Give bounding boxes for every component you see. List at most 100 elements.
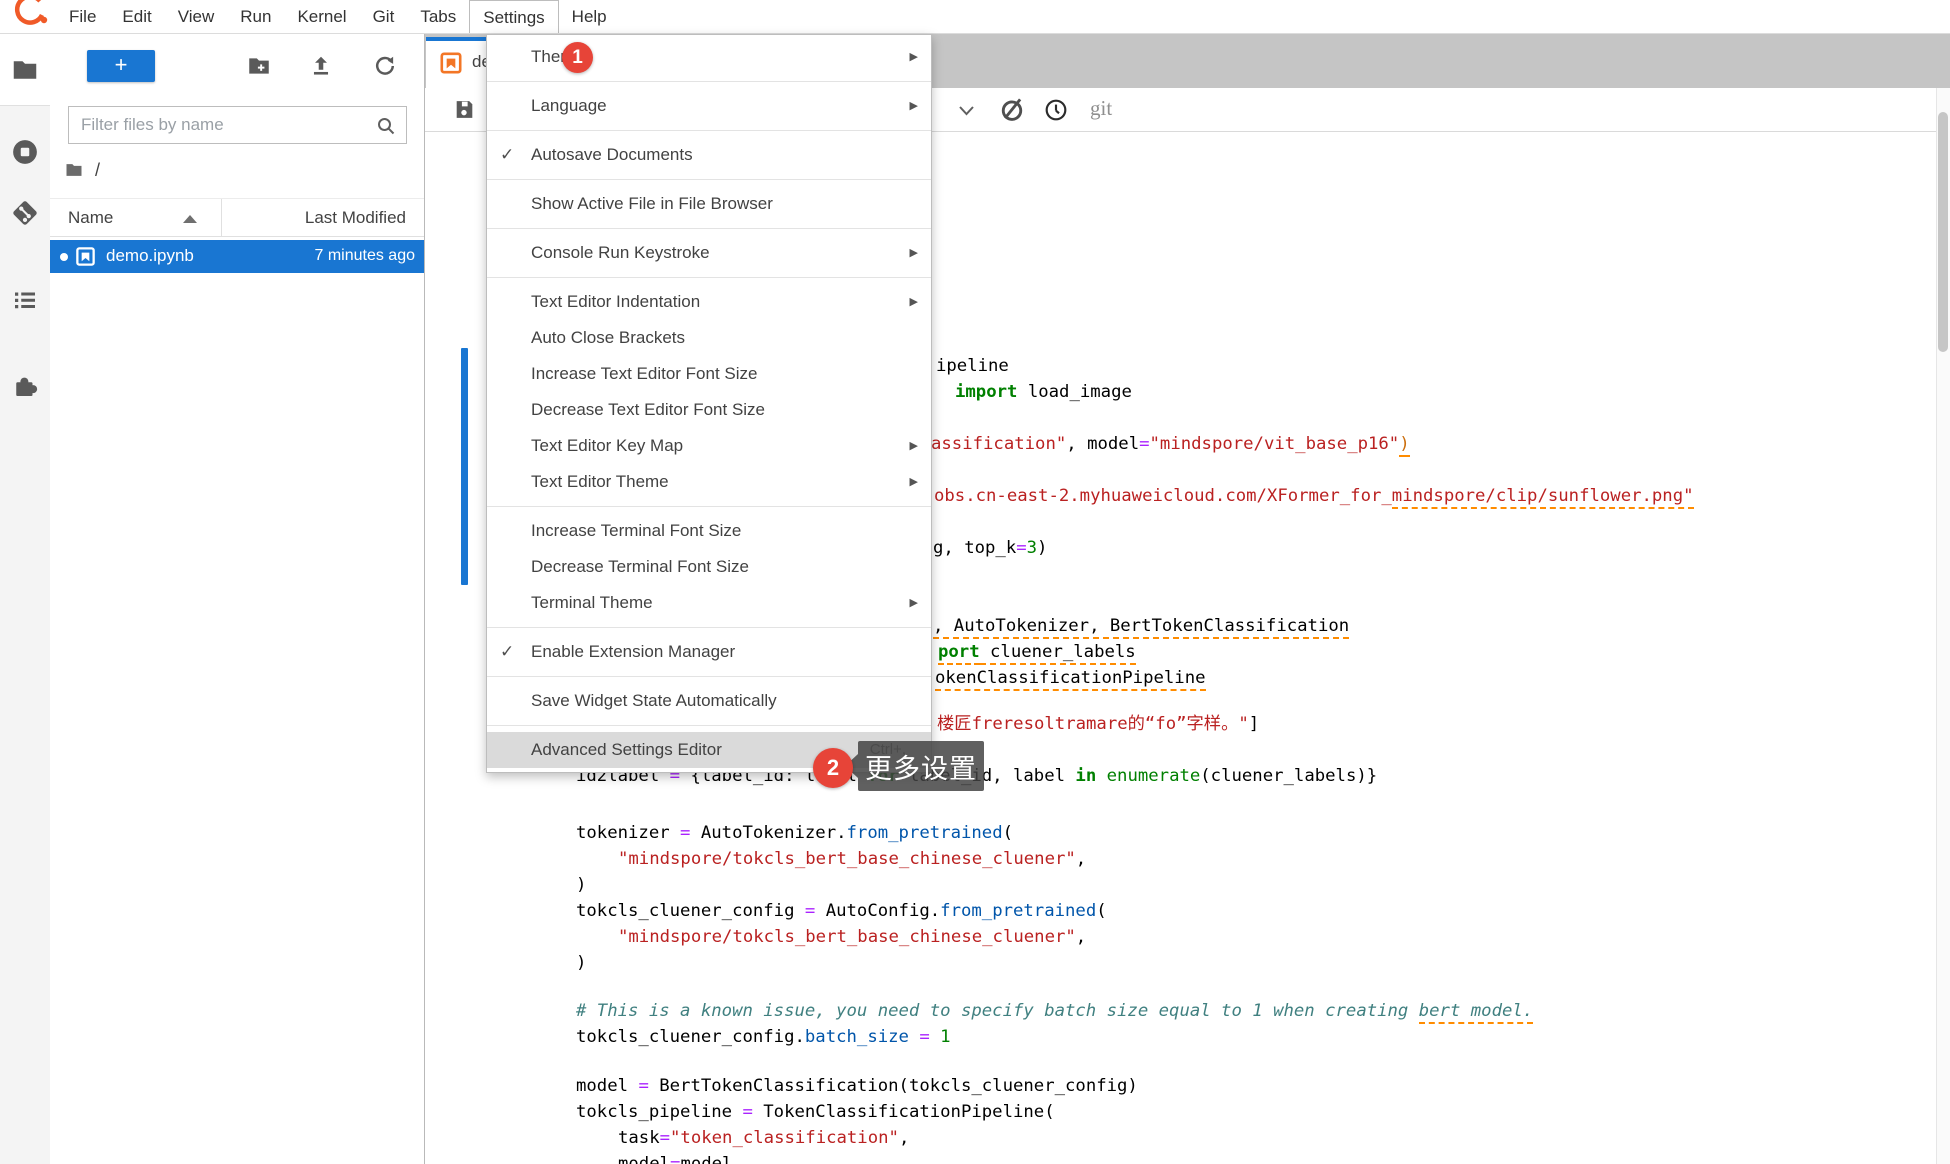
code-token: , model	[1066, 434, 1139, 454]
code-token: , AutoTokenizer, BertTokenClassification	[933, 616, 1349, 639]
menubar-item-tabs[interactable]: Tabs	[407, 0, 469, 33]
menu-item-decrease-text-editor-font-size[interactable]: Decrease Text Editor Font Size	[487, 392, 931, 428]
code-token: task	[618, 1128, 660, 1148]
step-badge-1: 1	[562, 42, 593, 73]
code-line[interactable]: # This is a known issue, you need to spe…	[576, 998, 1533, 1024]
code-token: model	[576, 1076, 638, 1096]
code-line[interactable]: ipeline	[936, 353, 1009, 379]
menubar-item-help[interactable]: Help	[559, 0, 620, 33]
sort-ascending-icon[interactable]	[183, 215, 197, 223]
code-line[interactable]: port cluener_labels	[938, 639, 1136, 665]
code-token: from_pretrained	[847, 823, 1003, 843]
menu-item-decrease-terminal-font-size[interactable]: Decrease Terminal Font Size	[487, 549, 931, 585]
code-token: "mindspore/vit_base_p16"	[1150, 434, 1400, 454]
code-token: ,	[899, 1128, 909, 1148]
code-line[interactable]: model=model,	[618, 1151, 743, 1164]
scrollbar-thumb[interactable]	[1938, 112, 1948, 352]
code-line[interactable]: "mindspore/tokcls_bert_base_chinese_clue…	[618, 846, 1086, 872]
code-line[interactable]: okenClassificationPipeline	[935, 665, 1206, 691]
settings-dropdown-menu: Theme▶ Language ▶ ✓Autosave Documents Show A…	[486, 34, 932, 773]
history-clock-icon[interactable]	[1043, 97, 1069, 123]
breadcrumb[interactable]: /	[63, 158, 100, 182]
menu-item-auto-close-brackets[interactable]: Auto Close Brackets	[487, 320, 931, 356]
running-sessions-icon[interactable]	[10, 137, 40, 167]
menu-item-show-active-file-in-file-browser[interactable]: Show Active File in File Browser	[487, 186, 931, 222]
restart-kernel-icon[interactable]	[997, 95, 1027, 125]
menu-item-label: Decrease Text Editor Font Size	[531, 400, 765, 419]
menu-item-label: Enable Extension Manager	[531, 642, 735, 661]
code-line[interactable]: g, top_k=3)	[933, 535, 1047, 561]
submenu-arrow-icon: ▶	[910, 88, 918, 124]
new-launcher-button[interactable]: +	[87, 50, 155, 82]
menu-item-text-editor-key-map[interactable]: Text Editor Key Map▶	[487, 428, 931, 464]
code-line[interactable]: task="token_classification",	[618, 1125, 909, 1151]
submenu-arrow-icon: ▶	[910, 464, 918, 500]
menu-item-text-editor-indentation[interactable]: Text Editor Indentation▶	[487, 284, 931, 320]
code-line[interactable]: tokenizer = AutoTokenizer.from_pretraine…	[576, 820, 1013, 846]
git-icon[interactable]	[10, 198, 40, 228]
code-line[interactable]: 楼匠freresoltramare的“fo”字样。"]	[937, 711, 1259, 737]
menu-item-increase-terminal-font-size[interactable]: Increase Terminal Font Size	[487, 513, 931, 549]
code-token: =	[638, 1076, 648, 1096]
menu-item-language[interactable]: Language ▶	[487, 88, 931, 124]
menubar-item-run[interactable]: Run	[227, 0, 284, 33]
menu-item-terminal-theme[interactable]: Terminal Theme▶	[487, 585, 931, 621]
submenu-arrow-icon: ▶	[910, 39, 918, 75]
extension-manager-icon[interactable]	[10, 371, 40, 401]
menubar-item-git[interactable]: Git	[360, 0, 408, 33]
menubar-item-kernel[interactable]: Kernel	[284, 0, 359, 33]
menu-item-save-widget-state-automatically[interactable]: Save Widget State Automatically	[487, 683, 931, 719]
code-token: =	[670, 1154, 680, 1164]
home-folder-icon[interactable]	[63, 160, 85, 180]
code-line[interactable]: "mindspore/tokcls_bert_base_chinese_clue…	[618, 924, 1086, 950]
code-token: =	[1139, 434, 1149, 454]
code-line[interactable]: tokcls_cluener_config.batch_size = 1	[576, 1024, 951, 1050]
file-browser-icon[interactable]	[10, 55, 40, 85]
code-token: load_image	[1017, 382, 1131, 402]
menu-separator	[487, 228, 931, 229]
menubar-item-view[interactable]: View	[165, 0, 228, 33]
file-row-selected[interactable]: demo.ipynb 7 minutes ago	[50, 240, 424, 273]
code-line[interactable]: tokcls_pipeline = TokenClassificationPip…	[576, 1099, 1055, 1125]
menu-item-enable-extension-manager[interactable]: ✓Enable Extension Manager	[487, 634, 931, 670]
upload-icon[interactable]	[308, 53, 334, 79]
code-line[interactable]: assification", model="mindspore/vit_base…	[931, 431, 1410, 457]
code-token: model,	[680, 1154, 742, 1164]
menu-item-label: Advanced Settings Editor	[531, 740, 722, 759]
code-token: g, top_k	[933, 538, 1016, 558]
menu-item-autosave-documents[interactable]: ✓Autosave Documents	[487, 137, 931, 173]
new-folder-icon[interactable]	[246, 53, 272, 79]
menu-bar: FileEditViewRunKernelGitTabsSettingsHelp	[0, 0, 1950, 34]
code-line[interactable]: )	[576, 872, 586, 898]
jupyterlab-window: FileEditViewRunKernelGitTabsSettingsHelp…	[0, 0, 1950, 1164]
code-line[interactable]: model = BertTokenClassification(tokcls_c…	[576, 1073, 1138, 1099]
code-line[interactable]: , AutoTokenizer, BertTokenClassification	[933, 613, 1349, 639]
code-line[interactable]: import load_image	[955, 379, 1132, 405]
table-of-contents-icon[interactable]	[10, 285, 40, 315]
code-token: 1	[940, 1027, 950, 1047]
git-status-label[interactable]: git	[1090, 96, 1112, 121]
notebook-tab-icon	[438, 50, 464, 76]
menu-item-text-editor-theme[interactable]: Text Editor Theme▶	[487, 464, 931, 500]
code-token: (cluener_labels)}	[1200, 766, 1377, 786]
menu-item-increase-text-editor-font-size[interactable]: Increase Text Editor Font Size	[487, 356, 931, 392]
menu-item-console-run-keystroke[interactable]: Console Run Keystroke▶	[487, 235, 931, 271]
menubar-item-file[interactable]: File	[56, 0, 109, 33]
column-header-name[interactable]: Name	[68, 208, 113, 228]
code-line[interactable]: tokcls_cluener_config = AutoConfig.from_…	[576, 898, 1107, 924]
menu-item-label: Language	[531, 96, 607, 115]
filter-files-input[interactable]	[69, 107, 406, 143]
menu-item-theme[interactable]: Theme▶	[487, 39, 931, 75]
active-cell-indicator[interactable]	[461, 348, 468, 585]
code-token: )	[576, 953, 586, 973]
chevron-down-icon[interactable]	[958, 105, 975, 117]
menubar-item-edit[interactable]: Edit	[109, 0, 164, 33]
code-token: enumerate	[1107, 766, 1201, 786]
code-token: ipeline	[936, 356, 1009, 376]
column-header-modified[interactable]: Last Modified	[305, 208, 406, 228]
save-icon[interactable]	[452, 97, 477, 122]
code-line[interactable]: )	[576, 950, 586, 976]
menubar-item-settings[interactable]: Settings	[469, 0, 558, 33]
code-line[interactable]: obs.cn-east-2.myhuaweicloud.com/XFormer_…	[934, 483, 1694, 509]
refresh-icon[interactable]	[372, 53, 398, 79]
